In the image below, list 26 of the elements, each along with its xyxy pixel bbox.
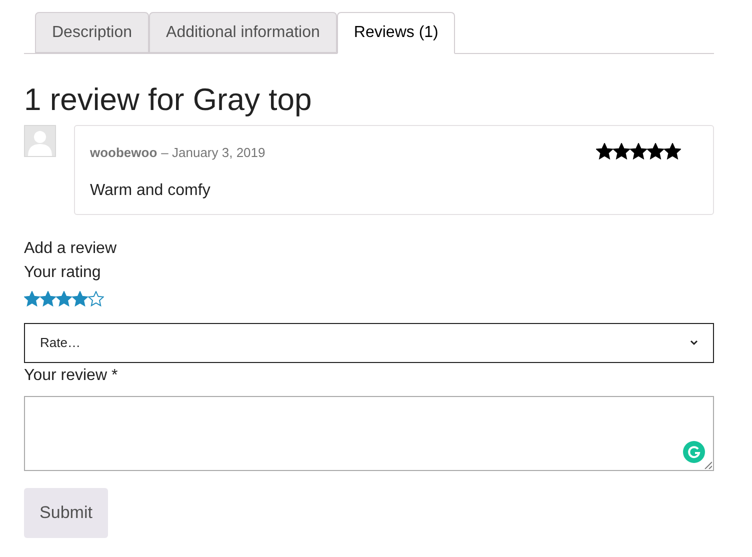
star-icon bbox=[613, 143, 630, 160]
star-icon[interactable] bbox=[24, 291, 40, 307]
review-label: Your review * bbox=[24, 366, 119, 386]
rating-label: Your rating bbox=[24, 263, 102, 283]
submit-button[interactable]: Submit bbox=[24, 488, 108, 538]
resize-handle-icon[interactable] bbox=[704, 461, 712, 469]
grammar-check-icon[interactable] bbox=[683, 441, 705, 463]
star-icon[interactable] bbox=[72, 291, 88, 307]
rating-select[interactable]: Rate… bbox=[24, 323, 714, 363]
tab[interactable]: Reviews (1) bbox=[336, 12, 456, 54]
review-text: Warm and comfy bbox=[90, 180, 212, 200]
star-icon bbox=[596, 143, 613, 160]
avatar-icon bbox=[24, 125, 56, 157]
star-icon bbox=[630, 143, 647, 160]
form-title: Add a review bbox=[24, 239, 118, 259]
review-input-field[interactable] bbox=[24, 396, 714, 471]
star-icon[interactable] bbox=[56, 291, 72, 307]
review-author: woobewoo bbox=[90, 144, 158, 162]
chevron-icon bbox=[690, 340, 698, 346]
star-icon bbox=[647, 143, 664, 160]
review-date: – January 3, 2019 bbox=[161, 144, 266, 162]
tab[interactable]: Additional information bbox=[149, 12, 337, 53]
star-icon bbox=[664, 143, 681, 160]
section-heading: 1 review for Gray top bbox=[24, 84, 313, 115]
tab[interactable]: Description bbox=[35, 12, 150, 53]
star-icon[interactable] bbox=[40, 291, 56, 307]
